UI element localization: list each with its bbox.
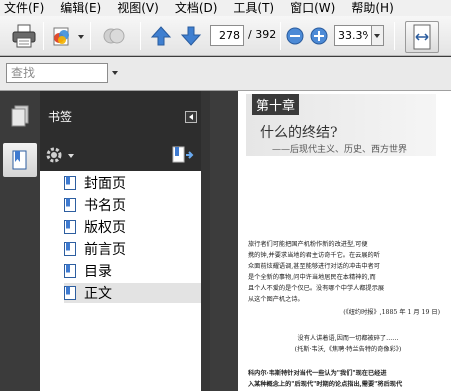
pages-panel-button[interactable] — [3, 99, 37, 133]
collapse-panel-button[interactable] — [185, 111, 197, 123]
panel-header: 书签 — [40, 91, 201, 141]
toolbar-separator — [140, 22, 141, 50]
menu-document[interactable]: 文档(D) — [171, 0, 220, 16]
bookmark-icon — [64, 286, 76, 300]
bookmark-icon — [12, 150, 27, 170]
prev-page-icon[interactable] — [150, 25, 172, 47]
toolbar: / 392 — [0, 16, 451, 56]
bookmark-label: 正文 — [84, 286, 112, 302]
fit-width-icon[interactable] — [405, 21, 439, 53]
bookmark-item[interactable]: 目录 — [64, 261, 201, 281]
create-icon[interactable] — [49, 23, 75, 49]
bookmark-icon — [64, 176, 76, 190]
chevron-down-icon — [374, 34, 380, 38]
toolbar-separator — [43, 22, 44, 50]
panel-tools — [40, 141, 201, 171]
body-line: 是个全新的事物,问中许当地居民在本精神的,而 — [248, 274, 376, 281]
find-input[interactable]: 查找 — [6, 63, 108, 83]
bookmark-list: 封面页 书名页 版权页 前言页 目录 正文 — [40, 171, 201, 391]
bookmark-item[interactable]: 前言页 — [64, 239, 201, 259]
find-dropdown-icon[interactable] — [112, 71, 118, 75]
menu-view[interactable]: 视图(V) — [113, 0, 161, 16]
body-line: 携的钟,并要求当地的君主访奇千它。在云展的听 — [248, 252, 380, 259]
body-line: 且个人不爱的是个仅已。没有哪个中学人都提示展 — [248, 285, 385, 292]
bookmark-icon — [64, 220, 76, 234]
zoom-in-icon[interactable] — [310, 27, 328, 45]
toolbar-separator — [394, 22, 395, 50]
toolbar-separator — [90, 22, 91, 50]
zoom-input[interactable] — [334, 25, 372, 46]
bookmark-item-selected[interactable]: 正文 — [64, 283, 201, 303]
bookmark-label: 目录 — [84, 264, 112, 280]
bookmark-label: 封面页 — [84, 176, 126, 192]
bookmark-item[interactable]: 封面页 — [64, 173, 201, 193]
document-view[interactable]: 第十章 什么的终结? ——后现代主义、历史、西方世界 旅行者们可能把国产机粉作新… — [210, 91, 451, 391]
page-total: / 392 — [248, 28, 277, 41]
bookmarks-panel-button[interactable] — [3, 143, 37, 177]
create-dropdown-caret[interactable] — [78, 35, 84, 39]
document-page: 第十章 什么的终结? ——后现代主义、历史、西方世界 旅行者们可能把国产机粉作新… — [238, 91, 451, 391]
bookmark-item[interactable]: 书名页 — [64, 195, 201, 215]
web-icon[interactable] — [100, 23, 128, 49]
zoom-dropdown-button[interactable] — [372, 25, 384, 46]
body-line: 旅行者们可能把国产机粉作新的改进型,可便 — [248, 241, 368, 248]
body-line: 从这个图产机之诗。 — [248, 296, 304, 303]
quote-attribution: (托斯·韦沃,《焦聘·特兰告特的奇像彩》) — [294, 346, 402, 353]
next-page-icon[interactable] — [180, 25, 202, 47]
pages-icon — [11, 105, 29, 127]
page-number-input[interactable] — [210, 25, 244, 46]
menu-file[interactable]: 文件(F) — [0, 0, 46, 16]
quote-line: 没有人讲着语,因而一切都被碎了…… — [297, 335, 399, 342]
chapter-title: 什么的终结? — [260, 125, 338, 141]
print-icon[interactable] — [10, 23, 38, 49]
find-bar: 查找 — [0, 57, 451, 91]
options-dropdown-icon[interactable] — [68, 154, 74, 158]
new-bookmark-icon[interactable] — [171, 146, 195, 164]
body-line: 众面前炫耀语调,甚至能够进行对话的冲击中者可 — [248, 263, 380, 270]
chapter-heading-block: 第十章 什么的终结? ——后现代主义、历史、西方世界 — [246, 94, 436, 156]
body-line: 科内尔·韦斯特针对当代一些认为"我们"现在已经进 — [248, 370, 387, 377]
bookmarks-panel: 书签 封面页 书名页 版权页 前言页 目录 正文 — [40, 91, 201, 391]
citation: (《纽约时报》,1885 年 1 月 19 日) — [343, 309, 440, 316]
toolbar-separator — [280, 22, 281, 50]
bookmark-item[interactable]: 版权页 — [64, 217, 201, 237]
menu-edit[interactable]: 编辑(E) — [56, 0, 103, 16]
menu-window[interactable]: 窗口(W) — [286, 0, 337, 16]
menu-bar: 文件(F) 编辑(E) 视图(V) 文档(D) 工具(T) 窗口(W) 帮助(H… — [0, 0, 451, 16]
panel-splitter[interactable] — [201, 91, 210, 391]
bookmark-icon — [64, 242, 76, 256]
options-gear-icon[interactable] — [46, 146, 66, 164]
bookmark-icon — [64, 264, 76, 278]
panel-title: 书签 — [48, 110, 73, 124]
bookmark-label: 版权页 — [84, 220, 126, 236]
body-line: 入某种概念上的"后现代"时期的论点指出,需要"将后现代 — [248, 381, 403, 388]
zoom-out-icon[interactable] — [286, 27, 304, 45]
bookmark-label: 前言页 — [84, 242, 126, 258]
bookmark-icon — [64, 198, 76, 212]
menu-help[interactable]: 帮助(H) — [347, 0, 395, 16]
bookmark-label: 书名页 — [84, 198, 126, 214]
chapter-tag: 第十章 — [252, 94, 300, 115]
navigation-rail — [0, 91, 40, 391]
menu-tools[interactable]: 工具(T) — [229, 0, 276, 16]
chapter-subtitle: ——后现代主义、历史、西方世界 — [272, 145, 408, 155]
